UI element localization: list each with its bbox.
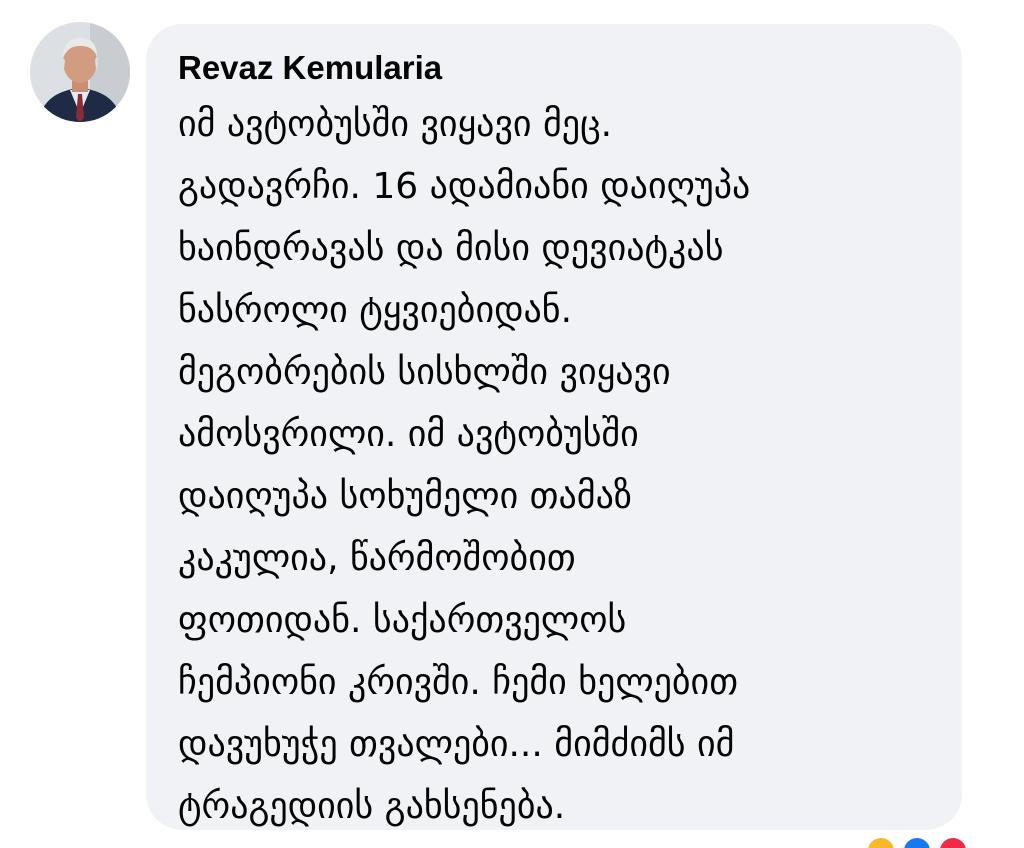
avatar[interactable] [30,22,130,122]
comment-text-line: დავუხუჭე თვალები... მიმძიმს იმ [178,724,735,765]
comment-text-line: იმ ავტობუსში ვიყავი მეც. [178,104,613,145]
comment-text-line: კაკულია, წარმოშობით [178,538,576,579]
comment-text-line: ამოსვრილი. იმ ავტობუსში [178,414,639,455]
comment: Revaz Kemularia იმ ავტობუსში ვიყავი მეც.… [0,0,1024,848]
love-reaction-icon [938,836,968,848]
reaction-summary[interactable] [866,836,986,848]
comment-bubble: Revaz Kemularia იმ ავტობუსში ვიყავი მეც.… [146,24,962,830]
haha-reaction-icon [866,836,896,848]
comment-text-line: ფოთიდან. საქართველოს [178,600,627,641]
comment-text-line: დაიღუპა სოხუმელი თამაზ [178,476,632,517]
comment-author-name[interactable]: Revaz Kemularia [178,48,938,88]
comment-text-line: ხაინდრავას და მისი დევიატკას [178,228,724,269]
comment-text-line: გადავრჩი. 16 ადამიანი დაიღუპა [178,166,751,207]
comment-text: იმ ავტობუსში ვიყავი მეც. გადავრჩი. 16 ად… [178,94,938,838]
profile-photo-icon [30,22,130,122]
comment-text-line: ჩემპიონი კრივში. ჩემი ხელებით [178,662,739,703]
comment-text-line: ტრაგედიის გახსენება. [178,786,566,827]
comment-text-line: მეგობრების სისხლში ვიყავი [178,352,671,393]
like-reaction-icon [902,836,932,848]
comment-text-line: ნასროლი ტყვიებიდან. [178,290,573,331]
